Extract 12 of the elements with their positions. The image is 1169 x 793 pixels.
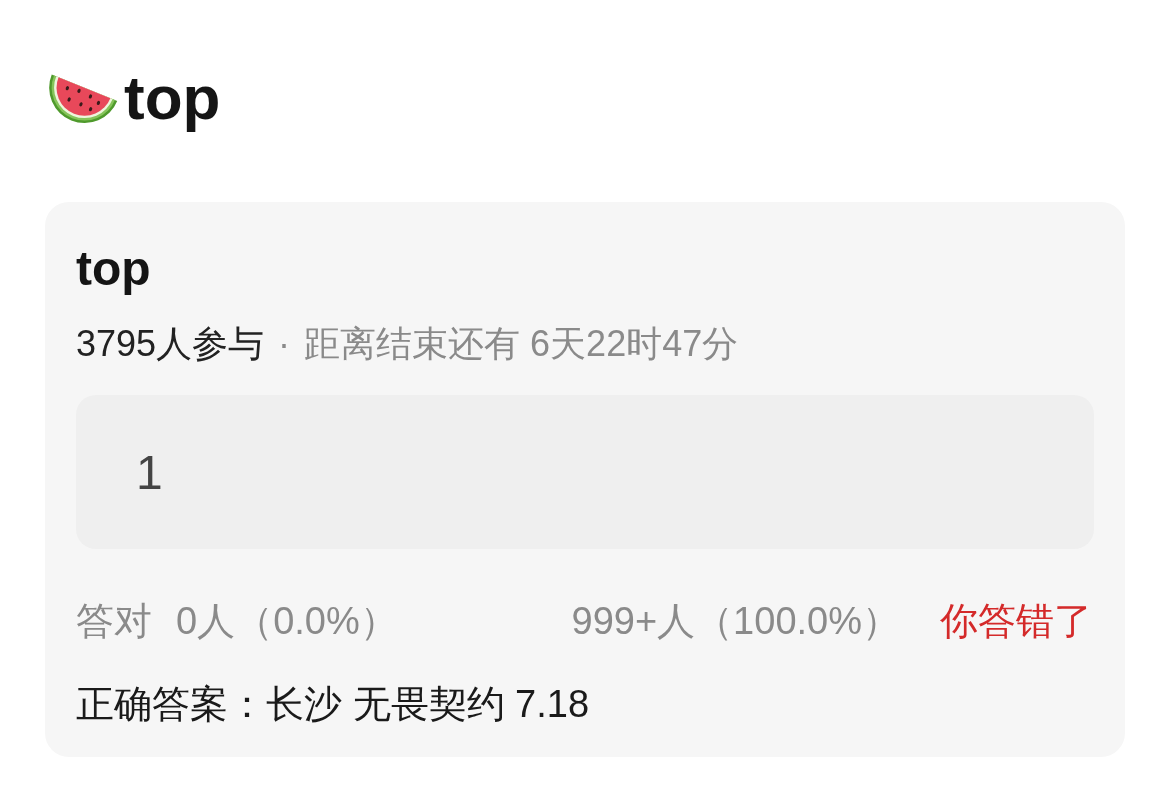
correct-answer-text: 正确答案：长沙 无畏契约 7.18 (76, 682, 591, 726)
countdown-text: 距离结束还有 6天22时47分 (304, 322, 739, 366)
separator: · (278, 322, 291, 366)
watermelon-icon (48, 72, 118, 124)
page-title: top (124, 66, 221, 130)
wrong-count: 999+人（100.0%） (571, 599, 900, 643)
correct-label: 答对 (76, 599, 152, 643)
participant-count: 3795人参与 (76, 322, 265, 366)
result-message: 你答错了 (940, 599, 1092, 643)
answer-box: 1 (76, 395, 1094, 549)
correct-count: 0人（0.0%） (176, 599, 398, 643)
poll-title: top (76, 241, 152, 297)
